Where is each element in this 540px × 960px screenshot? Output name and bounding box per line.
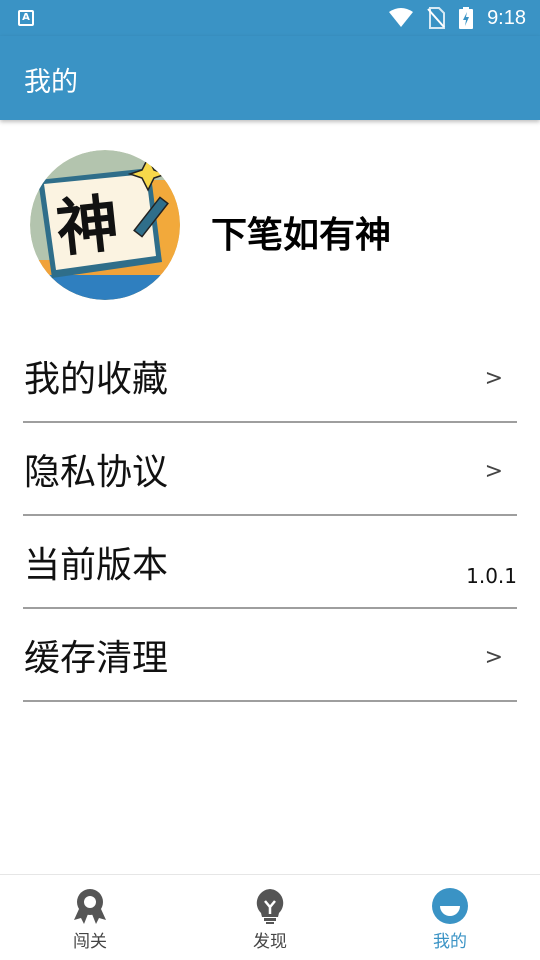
menu-item-label: 隐私协议 bbox=[24, 452, 169, 493]
status-left: A bbox=[18, 10, 34, 26]
nav-item-levels[interactable]: 闯关 bbox=[0, 875, 180, 960]
menu-item-label: 我的收藏 bbox=[24, 359, 169, 400]
battery-charging-icon bbox=[459, 7, 474, 29]
menu-item-label: 缓存清理 bbox=[24, 638, 169, 679]
chevron-right-icon: > bbox=[484, 645, 503, 670]
wifi-icon bbox=[389, 8, 414, 27]
menu-item-version: 当前版本 1.0.1 bbox=[23, 516, 517, 609]
lightbulb-icon bbox=[256, 889, 284, 924]
no-sim-icon bbox=[427, 7, 446, 29]
status-right: 9:18 bbox=[389, 7, 526, 30]
settings-menu: 我的收藏 > 隐私协议 > 当前版本 1.0.1 缓存清理 > bbox=[23, 330, 517, 702]
nav-label: 闯关 bbox=[73, 932, 107, 952]
app-bar: 我的 bbox=[0, 36, 540, 120]
version-value: 1.0.1 bbox=[466, 564, 517, 588]
nav-label: 我的 bbox=[433, 932, 467, 952]
profile-section: 神 下笔如有神 bbox=[0, 120, 540, 330]
smiley-icon bbox=[432, 888, 468, 924]
page-title: 我的 bbox=[24, 67, 78, 98]
notification-letter: A bbox=[22, 12, 30, 23]
app-name: 下笔如有神 bbox=[211, 215, 392, 256]
menu-item-label: 当前版本 bbox=[24, 545, 169, 586]
menu-item-favorites[interactable]: 我的收藏 > bbox=[23, 330, 517, 423]
menu-item-privacy-policy[interactable]: 隐私协议 > bbox=[23, 423, 517, 516]
avatar[interactable]: 神 bbox=[30, 150, 180, 300]
chevron-right-icon: > bbox=[484, 459, 503, 484]
nav-item-discover[interactable]: 发现 bbox=[180, 875, 360, 960]
medal-icon bbox=[74, 889, 106, 924]
nav-item-mine[interactable]: 我的 bbox=[360, 875, 540, 960]
nav-label: 发现 bbox=[253, 932, 287, 952]
menu-item-clear-cache[interactable]: 缓存清理 > bbox=[23, 609, 517, 702]
avatar-calligraphy: 神 bbox=[53, 186, 122, 265]
status-time: 9:18 bbox=[487, 6, 526, 29]
chevron-right-icon: > bbox=[484, 366, 503, 391]
app-notification-icon: A bbox=[18, 10, 34, 26]
app-logo-image: 神 bbox=[30, 150, 180, 300]
status-bar: A 9:18 bbox=[0, 0, 540, 36]
bottom-nav: 闯关 发现 我的 bbox=[0, 874, 540, 960]
